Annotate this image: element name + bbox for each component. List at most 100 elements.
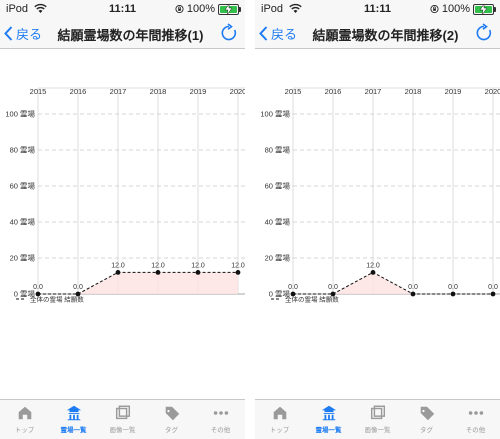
data-label: 0.0 [488, 284, 498, 291]
y-tick-label: 100 霊場 [260, 109, 290, 119]
tab-label: 霊場一覧 [315, 427, 342, 434]
y-tick-label: 20 霊場 [265, 253, 291, 263]
tab-house[interactable]: トップ [255, 400, 304, 439]
x-tick-label: 2016 [325, 87, 342, 96]
x-tick-label: 2018 [150, 87, 167, 96]
nav-bar: 戻る 結願霊場数の年間推移(2) [255, 18, 500, 49]
chevron-left-icon [4, 26, 13, 41]
tab-label: トップ [269, 427, 290, 434]
data-label: 12.0 [151, 262, 165, 269]
battery-percent: 100% [441, 3, 470, 15]
data-label: 12.0 [111, 262, 125, 269]
refresh-icon[interactable] [474, 23, 494, 43]
tab-label: タグ [165, 427, 178, 434]
temple-icon [321, 405, 336, 421]
gallery-icon [115, 405, 130, 420]
tab-more[interactable]: その他 [451, 400, 500, 439]
house-icon [18, 406, 31, 420]
x-tick-label: 2017 [110, 87, 127, 96]
temple-icon [66, 405, 81, 421]
data-point [450, 291, 456, 297]
x-tick-label: 2015 [285, 87, 302, 96]
x-tick-label: 2019 [445, 87, 462, 96]
page-title: 結願霊場数の年間推移(2) [312, 28, 459, 43]
back-label: 戻る [16, 27, 43, 42]
screen-left: iPod 11:11 100% 戻る 結願霊場数の年間推移(1) 2015 20… [0, 0, 245, 439]
tag-icon [165, 406, 179, 421]
y-tick-label: 40 霊場 [265, 217, 291, 227]
status-right: 100% [430, 3, 496, 15]
y-tick-label: 80 霊場 [265, 145, 291, 155]
tab-label: タグ [420, 427, 433, 434]
more-icon [213, 411, 228, 415]
chevron-left-icon [259, 26, 268, 41]
data-label: 0.0 [33, 284, 43, 291]
nav-bar: 戻る 結願霊場数の年間推移(1) [0, 18, 245, 49]
tab-label: その他 [210, 427, 231, 434]
data-point [490, 291, 496, 297]
x-tick-label: 2018 [405, 87, 422, 96]
data-label: 12.0 [231, 262, 245, 269]
screens: iPod 11:11 100% 戻る 結願霊場数の年間推移(1) 2015 20… [0, 0, 500, 439]
back-label: 戻る [271, 27, 298, 42]
data-label: 0.0 [73, 284, 83, 291]
page-title: 結願霊場数の年間推移(1) [57, 28, 204, 43]
legend-label: 全体の霊場 結願数 [285, 295, 339, 304]
tag-icon [420, 406, 434, 421]
tab-more[interactable]: その他 [196, 400, 245, 439]
tab-label: 画像一覧 [109, 427, 136, 434]
data-point [155, 270, 161, 275]
rotation-lock-icon [175, 4, 184, 14]
house-icon [273, 406, 286, 420]
data-point [370, 270, 376, 275]
data-label: 12.0 [366, 262, 380, 269]
gallery-icon [370, 405, 385, 420]
data-label: 0.0 [448, 284, 458, 291]
status-bar: iPod 11:11 100% [0, 0, 245, 18]
screen-divider [245, 0, 255, 439]
tab-label: その他 [465, 427, 486, 434]
status-bar: iPod 11:11 100% [255, 0, 500, 18]
chart-annual-trend-2: 2015 2016 2017 2018 2019 20200 霊場20 霊場40 霊場60… [260, 87, 500, 304]
series-area [38, 272, 238, 294]
battery-icon [473, 3, 496, 15]
y-tick-label: 80 霊場 [10, 145, 36, 155]
tab-tag[interactable]: タグ [147, 400, 196, 439]
tab-label: 画像一覧 [364, 427, 391, 434]
tab-temple[interactable]: 霊場一覧 [304, 400, 353, 439]
x-tick-label: 2017 [365, 87, 382, 96]
data-point [235, 270, 241, 275]
x-tick-label: 2015 [30, 87, 47, 96]
more-icon [468, 411, 483, 415]
y-tick-label: 40 霊場 [10, 217, 36, 227]
data-point [115, 270, 121, 275]
tab-house[interactable]: トップ [0, 400, 49, 439]
y-tick-label: 100 霊場 [5, 109, 35, 119]
legend-label: 全体の霊場 結願数 [30, 295, 84, 304]
battery-icon [218, 3, 241, 15]
chart-annual-trend-1: 2015 2016 2017 2018 2019 20200 霊場20 霊場40 霊場60… [5, 87, 245, 304]
back-button[interactable]: 戻る [4, 24, 42, 43]
tab-gallery[interactable]: 画像一覧 [353, 400, 402, 439]
tab-gallery[interactable]: 画像一覧 [98, 400, 147, 439]
status-right: 100% [175, 3, 241, 15]
refresh-icon[interactable] [219, 23, 239, 43]
x-tick-label: 2020 [485, 87, 500, 96]
tab-label: トップ [14, 427, 35, 434]
battery-percent: 100% [186, 3, 215, 15]
tab-tag[interactable]: タグ [402, 400, 451, 439]
y-tick-label: 20 霊場 [10, 253, 36, 263]
x-tick-label: 2016 [70, 87, 87, 96]
data-point [195, 270, 201, 275]
tab-temple[interactable]: 霊場一覧 [49, 400, 98, 439]
tab-bar: トップ 霊場一覧 画像一覧 タグ その他 [0, 399, 245, 439]
series-area [293, 272, 493, 294]
x-tick-label: 2019 [190, 87, 207, 96]
data-label: 0.0 [328, 284, 338, 291]
screen-right: iPod 11:11 100% 戻る 結願霊場数の年間推移(2) 2015 20… [255, 0, 500, 439]
back-button[interactable]: 戻る [259, 24, 297, 43]
tab-bar: トップ 霊場一覧 画像一覧 タグ その他 [255, 399, 500, 439]
x-tick-label: 2020 [230, 87, 245, 96]
data-label: 0.0 [288, 284, 298, 291]
data-label: 0.0 [408, 284, 418, 291]
